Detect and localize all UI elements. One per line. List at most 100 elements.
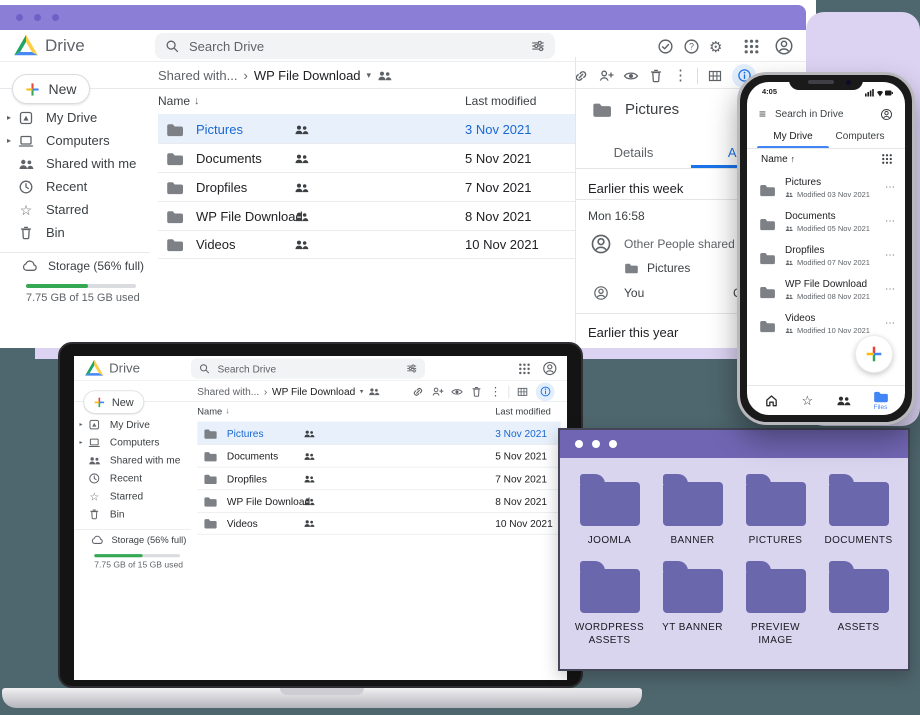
share-add-person-icon[interactable] [431,385,443,397]
new-button-label: New [48,81,76,97]
expand-icon[interactable]: ▸ [74,439,88,446]
file-row-dropfiles[interactable]: Dropfiles 7 Nov 2021 [158,172,575,201]
sidebar-item-shared-with-me[interactable]: Shared with me [74,451,191,469]
activity-entry-item[interactable]: Pictures [624,261,690,275]
folder-item-pictures[interactable]: PICTURES [734,474,817,547]
column-header-modified[interactable]: Last modified [495,401,551,421]
expand-icon[interactable]: ▸ [0,113,18,122]
folder-item-wordpress-assets[interactable]: WORDPRESS ASSETS [568,561,651,647]
folder-item-yt-banner[interactable]: YT BANNER [651,561,734,647]
search-bar[interactable]: Search Drive [191,358,425,378]
get-link-icon[interactable] [412,385,424,397]
chevron-down-icon[interactable]: ▾ [360,387,364,396]
sidebar-item-bin[interactable]: Bin [0,221,150,244]
window-dot[interactable] [34,14,41,21]
offline-check-icon[interactable] [657,38,674,55]
more-options-icon[interactable]: ⋯ [885,318,895,329]
account-avatar[interactable] [774,36,794,56]
phone-search-bar[interactable]: ≡ Search in Drive [747,102,905,126]
file-row-pictures[interactable]: Pictures 3 Nov 2021 [158,114,575,143]
drive-brand: Drive [45,36,85,56]
column-header-name[interactable]: Name ↓ [158,88,200,114]
folder-item-assets[interactable]: ASSETS [817,561,900,647]
file-row-dropfiles[interactable]: Dropfiles Modified 07 Nov 2021 ⋯ [747,242,905,276]
file-row-dropfiles[interactable]: Dropfiles 7 Nov 2021 [197,467,560,490]
column-header-name[interactable]: Name ↓ [197,401,229,421]
more-options-icon[interactable]: ⋯ [885,284,895,295]
tab-my-drive[interactable]: My Drive [761,131,825,142]
menu-hamburger-icon[interactable]: ≡ [759,107,766,121]
info-details-icon[interactable] [536,382,555,401]
more-options-icon[interactable]: ⋯ [885,250,895,261]
settings-gear-icon[interactable]: ⚙ [709,38,726,55]
account-avatar[interactable] [880,108,893,121]
file-row-wp-file-download[interactable]: WP File Download 8 Nov 2021 [197,489,560,512]
help-icon[interactable] [683,38,700,55]
breadcrumb[interactable]: Shared with... › WP File Download ▾ [158,62,392,89]
fab-new-button[interactable] [855,335,893,373]
expand-icon[interactable]: ▸ [0,136,18,145]
sidebar-item-computers[interactable]: ▸ Computers [74,433,191,451]
breadcrumb[interactable]: Shared with... › WP File Download ▾ [197,381,380,402]
nav-files[interactable]: Files [873,390,888,411]
folder-item-banner[interactable]: BANNER [651,474,734,547]
tune-icon[interactable] [531,39,545,53]
column-header-modified[interactable]: Last modified [465,88,536,114]
window-dot[interactable] [16,14,23,21]
file-row-wp-file-download[interactable]: WP File Download 8 Nov 2021 [158,201,575,230]
grid-view-icon[interactable] [516,385,528,397]
sidebar-item-recent[interactable]: Recent [74,469,191,487]
file-row-pictures[interactable]: Pictures 3 Nov 2021 [197,422,560,445]
more-options-icon[interactable]: ⋯ [885,182,895,193]
file-row-wp-file-download[interactable]: WP File Download Modified 08 Nov 2021 ⋯ [747,276,905,310]
storage-summary[interactable]: Storage (56% full) [91,534,186,546]
more-options-icon[interactable]: ⋯ [885,216,895,227]
sidebar-item-my-drive[interactable]: ▸ My Drive [0,106,150,129]
file-row-documents[interactable]: Documents Modified 05 Nov 2021 ⋯ [747,208,905,242]
window-dot[interactable] [52,14,59,21]
sidebar-item-bin[interactable]: Bin [74,505,191,523]
sidebar-item-my-drive[interactable]: ▸ My Drive [74,415,191,433]
sort-control[interactable]: Name ↑ [761,154,795,165]
file-row-documents[interactable]: Documents 5 Nov 2021 [158,143,575,172]
new-button[interactable]: New [83,390,144,413]
google-apps-icon[interactable] [518,362,531,375]
sidebar-item-computers[interactable]: ▸ Computers [0,129,150,152]
home-icon[interactable] [764,393,779,408]
grid-view-icon[interactable] [881,153,893,165]
folder-item-documents[interactable]: DOCUMENTS [817,474,900,547]
sidebar-item-shared-with-me[interactable]: Shared with me [0,152,150,175]
expand-icon[interactable]: ▸ [74,421,88,428]
shared-people-icon [294,238,309,251]
drive-app-laptop: Drive Search Drive Shared with... › WP F… [74,356,567,680]
breadcrumb-current[interactable]: WP File Download [254,68,361,83]
file-row-pictures[interactable]: Pictures Modified 03 Nov 2021 ⋯ [747,174,905,208]
sidebar-item-starred[interactable]: ☆ Starred [0,198,150,221]
search-bar[interactable]: Search Drive [155,33,555,59]
file-row-videos[interactable]: Videos 10 Nov 2021 [158,230,575,259]
folder-item-preview-image[interactable]: PREVIEW IMAGE [734,561,817,647]
sidebar-item-starred[interactable]: ☆ Starred [74,487,191,505]
google-apps-icon[interactable] [743,38,760,55]
chevron-down-icon[interactable]: ▾ [367,70,372,81]
sidebar-item-recent[interactable]: Recent [0,175,150,198]
trash-icon[interactable] [470,385,482,397]
new-button[interactable]: New [12,74,90,104]
breadcrumb-parent[interactable]: Shared with... [158,68,238,83]
folder-icon [592,101,611,118]
window-dot[interactable] [575,440,583,448]
shared-people-icon[interactable] [836,393,851,408]
tab-details[interactable]: Details [576,137,691,168]
window-dot[interactable] [609,440,617,448]
preview-eye-icon[interactable] [451,385,463,397]
file-row-documents[interactable]: Documents 5 Nov 2021 [197,444,560,467]
tune-icon[interactable] [406,363,417,374]
storage-summary[interactable]: Storage (56% full) [22,258,144,274]
window-dot[interactable] [592,440,600,448]
starred-icon[interactable]: ☆ [801,394,813,407]
file-row-videos[interactable]: Videos 10 Nov 2021 [197,512,560,535]
folder-item-joomla[interactable]: JOOMLA [568,474,651,547]
tab-computers[interactable]: Computers [825,131,895,142]
more-options-icon[interactable]: ⋮ [490,386,502,398]
account-avatar[interactable] [542,361,558,377]
